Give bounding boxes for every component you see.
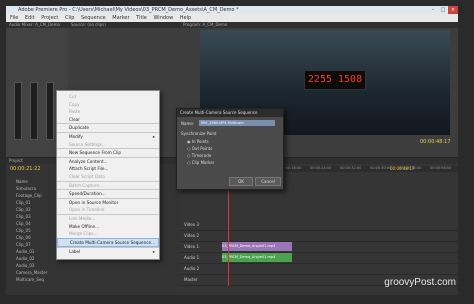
list-item[interactable]: Multicam_Seq: [6, 276, 180, 283]
menu-file[interactable]: File: [10, 15, 18, 21]
dialog-title: Create Multi-Camera Source Sequence: [177, 109, 283, 117]
menu-item-open-source-monitor[interactable]: Open in Source Monitor: [57, 197, 159, 207]
tab-program[interactable]: Program: A_CM_Demo: [183, 22, 227, 28]
menu-item-duplicate[interactable]: Duplicate: [57, 123, 159, 132]
track-label: Audio 1: [184, 255, 200, 260]
menu-item-batch-capture[interactable]: Batch Capture...: [57, 180, 159, 190]
track-label: Master: [184, 277, 198, 282]
minimize-button[interactable]: –: [428, 6, 438, 14]
track-label: Video 3: [184, 222, 200, 227]
tab-source[interactable]: Source: (no clips): [71, 22, 106, 28]
menu-item-modify[interactable]: Modify ▸: [57, 131, 159, 141]
menu-item-merge-clips[interactable]: Merge Clips...: [57, 230, 159, 238]
submenu-arrow-icon: ▸: [152, 133, 155, 139]
radio-clip-marker[interactable]: Clip Marker: [187, 160, 215, 165]
menu-item-analyze-content[interactable]: Analyze Content...: [57, 156, 159, 166]
track-row: Audio 2: [180, 264, 458, 275]
menu-marker[interactable]: Marker: [112, 15, 129, 21]
left-timecode: 00:00:21:22: [10, 166, 41, 172]
audio-clip[interactable]: 03_PRCM_Demo_Angle01.mp4: [222, 253, 292, 262]
menu-bar: File Edit Project Clip Sequence Marker T…: [6, 14, 458, 22]
radio-timecode[interactable]: Timecode: [187, 153, 211, 158]
menu-project[interactable]: Project: [41, 15, 58, 21]
menu-item-clear[interactable]: Clear: [57, 116, 159, 124]
audio-meter: [14, 82, 22, 140]
window-controls: – □ ×: [428, 6, 458, 14]
menu-item-make-offline[interactable]: Make Offline...: [57, 223, 159, 231]
menu-edit[interactable]: Edit: [25, 15, 35, 21]
tab-audio-mixer[interactable]: Audio Mixer: A_CM_Demo: [9, 22, 60, 28]
menu-sequence[interactable]: Sequence: [81, 15, 106, 21]
menu-item-copy[interactable]: Copy: [57, 101, 159, 109]
menu-item-label[interactable]: Label ▸: [57, 247, 159, 256]
track-label: Audio 2: [184, 266, 200, 271]
menu-item-clear-script[interactable]: Clear Script Data: [57, 173, 159, 181]
multicam-dialog: Create Multi-Camera Source Sequence Name…: [176, 108, 284, 190]
ruler-label: 00:00:24:00: [310, 166, 332, 170]
menu-clip[interactable]: Clip: [65, 15, 74, 21]
menu-item-create-multicam[interactable]: Create Multi-Camera Source Sequence...: [57, 237, 159, 248]
close-button[interactable]: ×: [448, 6, 458, 14]
submenu-arrow-icon: ▸: [152, 249, 155, 255]
watermark: groovyPost.com: [384, 277, 456, 288]
track-row: Video 2: [180, 231, 458, 242]
ruler-label: 00:00:32:00: [340, 166, 362, 170]
tab-project[interactable]: Project: [9, 158, 23, 164]
audio-meter: [30, 82, 38, 140]
video-clip[interactable]: 03_PRCM_Demo_Angle01.mp4: [222, 242, 292, 251]
context-menu: Cut Copy Paste Clear Duplicate Modify ▸ S…: [56, 90, 160, 260]
list-item[interactable]: Audio_03: [6, 262, 180, 269]
cancel-button[interactable]: Cancel: [255, 177, 281, 186]
track-label: Video 2: [184, 233, 200, 238]
name-label: Name:: [181, 121, 195, 126]
menu-item-link-media[interactable]: Link Media...: [57, 213, 159, 223]
menu-item-paste[interactable]: Paste: [57, 108, 159, 116]
menu-window[interactable]: Window: [153, 15, 173, 21]
name-field[interactable]: MVI_1960.MP4 Multicam: [199, 120, 275, 126]
timeline-timecode: 00:00:48:17: [390, 166, 415, 171]
title-bar: Adobe Premiere Pro - C:\Users\Michael\My…: [6, 6, 458, 14]
menu-item-source-settings[interactable]: Source Settings...: [57, 141, 159, 149]
radio-in-points[interactable]: In Points: [187, 139, 209, 144]
menu-item-speed-duration[interactable]: Speed/Duration...: [57, 189, 159, 198]
menu-item-cut[interactable]: Cut: [57, 93, 159, 101]
ok-button[interactable]: OK: [229, 177, 253, 186]
menu-item-new-sequence[interactable]: New Sequence From Clip: [57, 148, 159, 157]
track-row: Video 3: [180, 220, 458, 231]
menu-item-attach-script[interactable]: Attach Script File...: [57, 165, 159, 173]
ruler-label: 00:00:40:00: [370, 166, 392, 170]
track-label: Video 1: [184, 244, 200, 249]
program-timecode: 00:00:48:17: [420, 139, 451, 145]
audio-meter: [46, 82, 54, 140]
radio-out-points[interactable]: Out Points: [187, 146, 213, 151]
timecode-slate: 2255 1508: [304, 70, 366, 90]
maximize-button[interactable]: □: [438, 6, 448, 14]
menu-item-open-timeline[interactable]: Open in Timeline: [57, 206, 159, 214]
menu-help[interactable]: Help: [180, 15, 191, 21]
window-title: Adobe Premiere Pro - C:\Users\Michael\My…: [18, 7, 239, 13]
sync-point-label: Synchronize Point: [181, 131, 217, 136]
menu-title[interactable]: Title: [136, 15, 147, 21]
list-item[interactable]: Camera_Master: [6, 269, 180, 276]
ruler-label: 00:00:56:00: [430, 166, 452, 170]
